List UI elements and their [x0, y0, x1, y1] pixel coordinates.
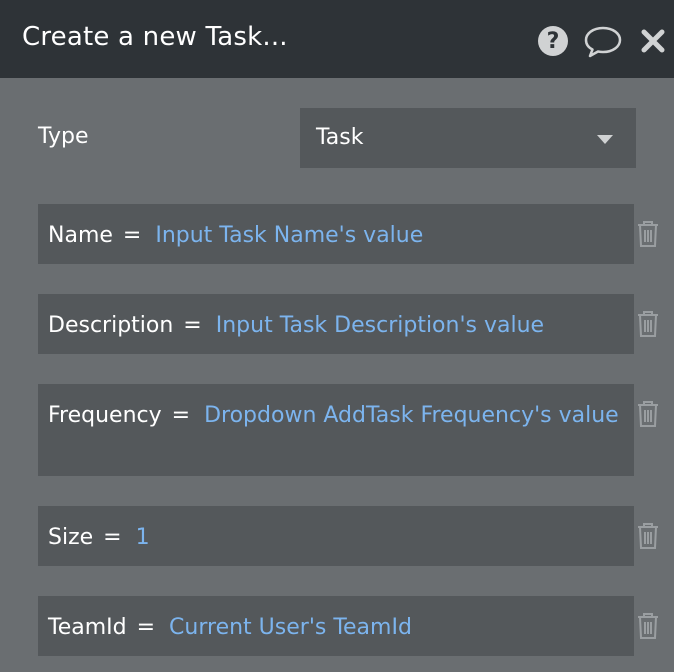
type-dropdown[interactable]: Task	[300, 108, 636, 168]
panel-title: Create a new Task...	[22, 22, 288, 52]
comment-icon[interactable]	[584, 25, 622, 59]
field-size[interactable]: Size = 1	[38, 506, 634, 566]
field-value[interactable]: Input Task Description's value	[216, 313, 544, 338]
field-equals: =	[183, 313, 202, 338]
field-value[interactable]: Input Task Name's value	[155, 223, 423, 248]
help-icon[interactable]: ?	[537, 25, 569, 57]
field-key: Size	[48, 525, 94, 550]
field-value[interactable]: Current User's TeamId	[169, 615, 412, 640]
field-frequency[interactable]: Frequency = Dropdown AddTask Frequency's v…	[38, 384, 634, 476]
field-name[interactable]: Name = Input Task Name's value	[38, 204, 634, 264]
field-equals: =	[136, 615, 156, 640]
field-teamid[interactable]: TeamId = Current User's TeamId	[38, 596, 634, 656]
type-dropdown-value: Task	[316, 125, 364, 150]
field-key: TeamId	[48, 615, 127, 640]
trash-icon[interactable]	[636, 612, 660, 640]
trash-icon[interactable]	[636, 220, 660, 248]
trash-icon[interactable]	[636, 310, 660, 338]
field-equals: =	[122, 223, 142, 248]
field-equals: =	[171, 403, 191, 428]
trash-icon[interactable]	[636, 522, 660, 550]
close-icon[interactable]	[640, 28, 666, 54]
create-task-panel: Create a new Task... ? Type Task Name = In…	[0, 0, 674, 672]
chevron-down-icon	[597, 135, 613, 144]
type-label: Type	[38, 124, 89, 149]
field-description[interactable]: Description = Input Task Description's val…	[38, 294, 634, 354]
svg-text:?: ?	[547, 29, 560, 54]
field-key: Name	[48, 223, 113, 248]
field-key: Frequency	[48, 403, 162, 428]
field-value[interactable]: 1	[136, 525, 150, 550]
trash-icon[interactable]	[636, 400, 660, 428]
field-key: Description	[48, 313, 174, 338]
field-equals: =	[103, 525, 122, 550]
field-value[interactable]: Dropdown AddTask Frequency's value	[204, 403, 619, 428]
panel-header: Create a new Task... ?	[0, 0, 674, 78]
